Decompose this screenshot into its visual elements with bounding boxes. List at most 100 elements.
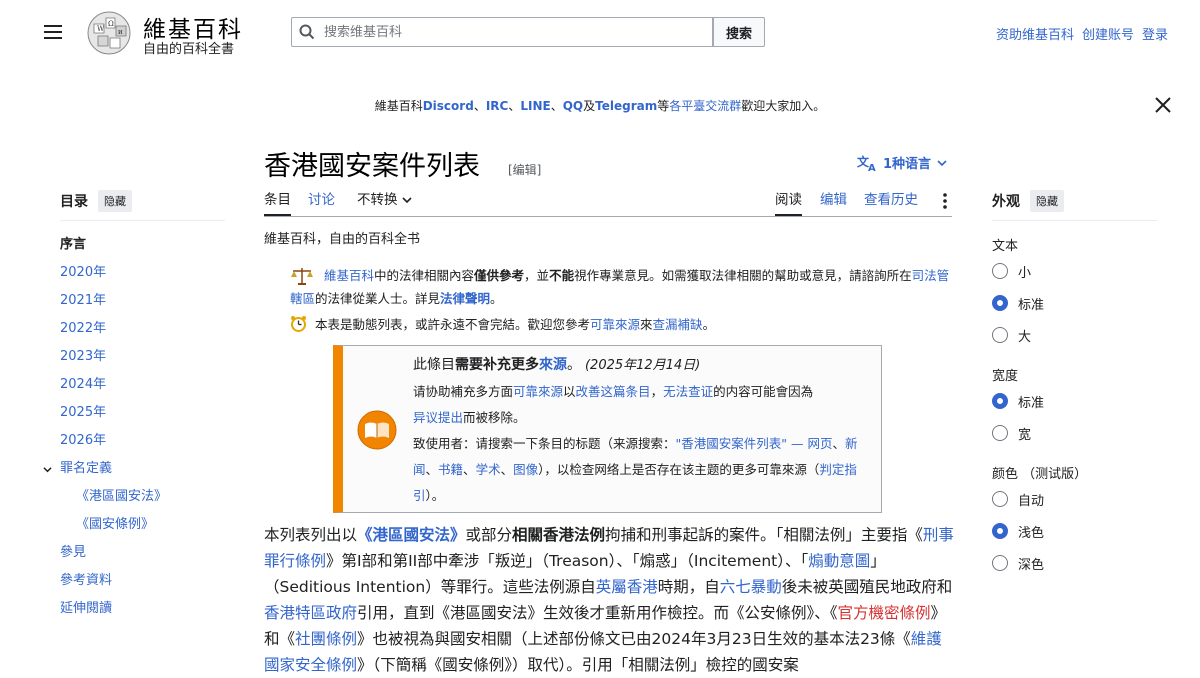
- radio-button[interactable]: [992, 555, 1008, 571]
- color-dark-option[interactable]: 深色: [992, 547, 1157, 579]
- ambox-date: (2025年12月14日): [584, 358, 701, 373]
- banner-separator: 、: [508, 99, 521, 113]
- toc-hide-button[interactable]: 隐藏: [98, 190, 132, 212]
- wikipedia-link[interactable]: 維基百科: [324, 268, 374, 283]
- sources-link[interactable]: 來源: [539, 357, 567, 373]
- donate-link[interactable]: 资助维基百科: [996, 24, 1074, 43]
- tab-article[interactable]: 条目: [264, 190, 291, 216]
- banner-separator: 、: [550, 99, 563, 113]
- text-size-large-option[interactable]: 大: [992, 319, 1157, 351]
- societies-ordinance-link[interactable]: 社團條例: [295, 630, 357, 648]
- appearance-hide-button[interactable]: 隐藏: [1030, 190, 1064, 212]
- nsl-link[interactable]: 《港區國安法》: [357, 526, 466, 544]
- irc-link[interactable]: IRC: [486, 99, 509, 113]
- toc-item-2021[interactable]: 2021年: [60, 287, 225, 315]
- text-size-standard-option[interactable]: 标准: [992, 287, 1157, 319]
- reliable-sources-link[interactable]: 可靠來源: [513, 384, 563, 399]
- radio-button-selected[interactable]: [992, 523, 1008, 539]
- toc-item-2023[interactable]: 2023年: [60, 343, 225, 371]
- login-link[interactable]: 登录: [1142, 24, 1168, 43]
- search-images-link[interactable]: 图像: [513, 462, 538, 477]
- toc-item-nso[interactable]: 《國安條例》: [60, 511, 225, 539]
- tab-edit[interactable]: 编辑: [820, 190, 847, 216]
- fill-gaps-link[interactable]: 查漏補缺: [653, 317, 703, 332]
- site-notice-banner: 維基百科Discord、IRC、LINE、QQ及Telegram等各平臺交流群歡…: [0, 97, 1200, 114]
- ambox-text: ，: [650, 384, 664, 399]
- toc-item-nsl[interactable]: 《港區國安法》: [60, 483, 225, 511]
- article-text: 本列表列出以: [264, 526, 358, 544]
- legal-disclaimer-link[interactable]: 法律聲明: [440, 291, 490, 306]
- tab-read[interactable]: 阅读: [775, 190, 802, 216]
- 1967-riots-link[interactable]: 六七暴動: [720, 578, 782, 596]
- radio-button[interactable]: [992, 425, 1008, 441]
- official-secrets-ordinance-redlink[interactable]: 官方機密條例: [838, 604, 931, 622]
- toc-item-see-also[interactable]: 參見: [60, 539, 225, 567]
- discord-link[interactable]: Discord: [423, 99, 474, 113]
- toc-item-2024[interactable]: 2024年: [60, 371, 225, 399]
- toc-item-2020[interactable]: 2020年: [60, 259, 225, 287]
- radio-button-selected[interactable]: [992, 295, 1008, 311]
- wikipedia-globe-logo-icon[interactable]: W Ω и: [84, 10, 134, 56]
- option-label: 标准: [1018, 395, 1045, 411]
- toc-item-intro[interactable]: 序言: [60, 231, 225, 259]
- search-books-link[interactable]: 书籍: [438, 462, 463, 477]
- main-menu-button[interactable]: [44, 24, 64, 40]
- toc-item-offence-definition[interactable]: 罪名定義: [43, 455, 225, 483]
- unverifiable-link[interactable]: 无法查证: [663, 384, 713, 399]
- color-light-option[interactable]: 浅色: [992, 515, 1157, 547]
- color-auto-option[interactable]: 自动: [992, 483, 1157, 515]
- search-button[interactable]: 搜索: [713, 17, 765, 47]
- search-input[interactable]: [322, 23, 696, 41]
- close-banner-icon[interactable]: [1153, 95, 1173, 115]
- seditious-intention-link[interactable]: 煽動意圖: [808, 552, 870, 570]
- radio-button[interactable]: [992, 491, 1008, 507]
- banner-separator: 、: [473, 99, 486, 113]
- search-scholar-link[interactable]: 学术: [476, 462, 501, 477]
- table-of-contents: 目录 隐藏 序言 2020年 2021年 2022年 2023年 2024年 2…: [43, 190, 225, 623]
- radio-button[interactable]: [992, 327, 1008, 343]
- line-link[interactable]: LINE: [520, 99, 550, 113]
- british-hong-kong-link[interactable]: 英屬香港: [596, 578, 658, 596]
- qq-link[interactable]: QQ: [563, 99, 583, 113]
- appearance-panel: 外观 隐藏 文本 小 标准 大 宽度 标准 宽 颜色 （测试版） 自动 浅色 深…: [992, 190, 1157, 579]
- alarm-clock-icon: [291, 316, 306, 332]
- ambox-text: ），以检查网络上是否存在该主题的更多可靠來源（: [538, 462, 820, 477]
- toc-item-references[interactable]: 參考資料: [60, 567, 225, 595]
- tab-history[interactable]: 查看历史: [864, 190, 918, 216]
- ambox-text: 此條目: [413, 357, 455, 373]
- search-web-link[interactable]: "香港國安案件列表" — 网页: [676, 436, 833, 451]
- groups-link[interactable]: 各平臺交流群: [669, 99, 741, 113]
- chevron-down-icon[interactable]: [43, 465, 52, 474]
- tab-talk[interactable]: 讨论: [308, 190, 335, 216]
- reliable-sources-link[interactable]: 可靠來源: [590, 317, 640, 332]
- text-size-label: 文本: [992, 239, 1019, 254]
- width-standard-option[interactable]: 标准: [992, 385, 1157, 417]
- toc-item-2022[interactable]: 2022年: [60, 315, 225, 343]
- variant-dropdown[interactable]: 不转换: [357, 190, 412, 216]
- more-options-icon[interactable]: [942, 192, 948, 210]
- improve-article-link[interactable]: 改善这篇条目: [576, 384, 651, 399]
- svg-text:Ω: Ω: [108, 20, 114, 28]
- dynamic-text: 本表是動態列表，或許永遠不會完結。歡迎您參考: [315, 317, 591, 332]
- title-edit-link[interactable]: [编辑]: [508, 161, 541, 178]
- text-size-small-option[interactable]: 小: [992, 255, 1157, 287]
- legal-notice: 維基百科中的法律相關內容僅供參考，並不能視作專業意見。如需獲取法律相關的幫助或意…: [290, 264, 952, 310]
- language-button[interactable]: 文 A 1种语言: [857, 153, 947, 172]
- ambox-text: 的内容可能會因為: [713, 384, 814, 399]
- notice-text: ，並: [524, 268, 550, 283]
- hksar-government-link[interactable]: 香港特區政府: [264, 604, 357, 622]
- site-logo-tagline: 自由的百科全書: [143, 42, 235, 57]
- toc-item-further-reading[interactable]: 延伸閱讀: [60, 595, 225, 623]
- width-wide-option[interactable]: 宽: [992, 417, 1157, 449]
- dynamic-list-notice: 本表是動態列表，或許永遠不會完結。歡迎您參考可靠來源來查漏補缺。: [290, 314, 715, 333]
- ambox-text: 、: [500, 462, 514, 477]
- toc-item-2025[interactable]: 2025年: [60, 399, 225, 427]
- challenge-link[interactable]: 异议提出: [413, 410, 463, 425]
- radio-button-selected[interactable]: [992, 393, 1008, 409]
- create-account-link[interactable]: 创建账号: [1082, 24, 1134, 43]
- ambox-text: 、: [832, 436, 845, 451]
- toc-item-2026[interactable]: 2026年: [60, 427, 225, 455]
- radio-button[interactable]: [992, 263, 1008, 279]
- option-label: 浅色: [1018, 525, 1045, 541]
- telegram-link[interactable]: Telegram: [595, 99, 657, 113]
